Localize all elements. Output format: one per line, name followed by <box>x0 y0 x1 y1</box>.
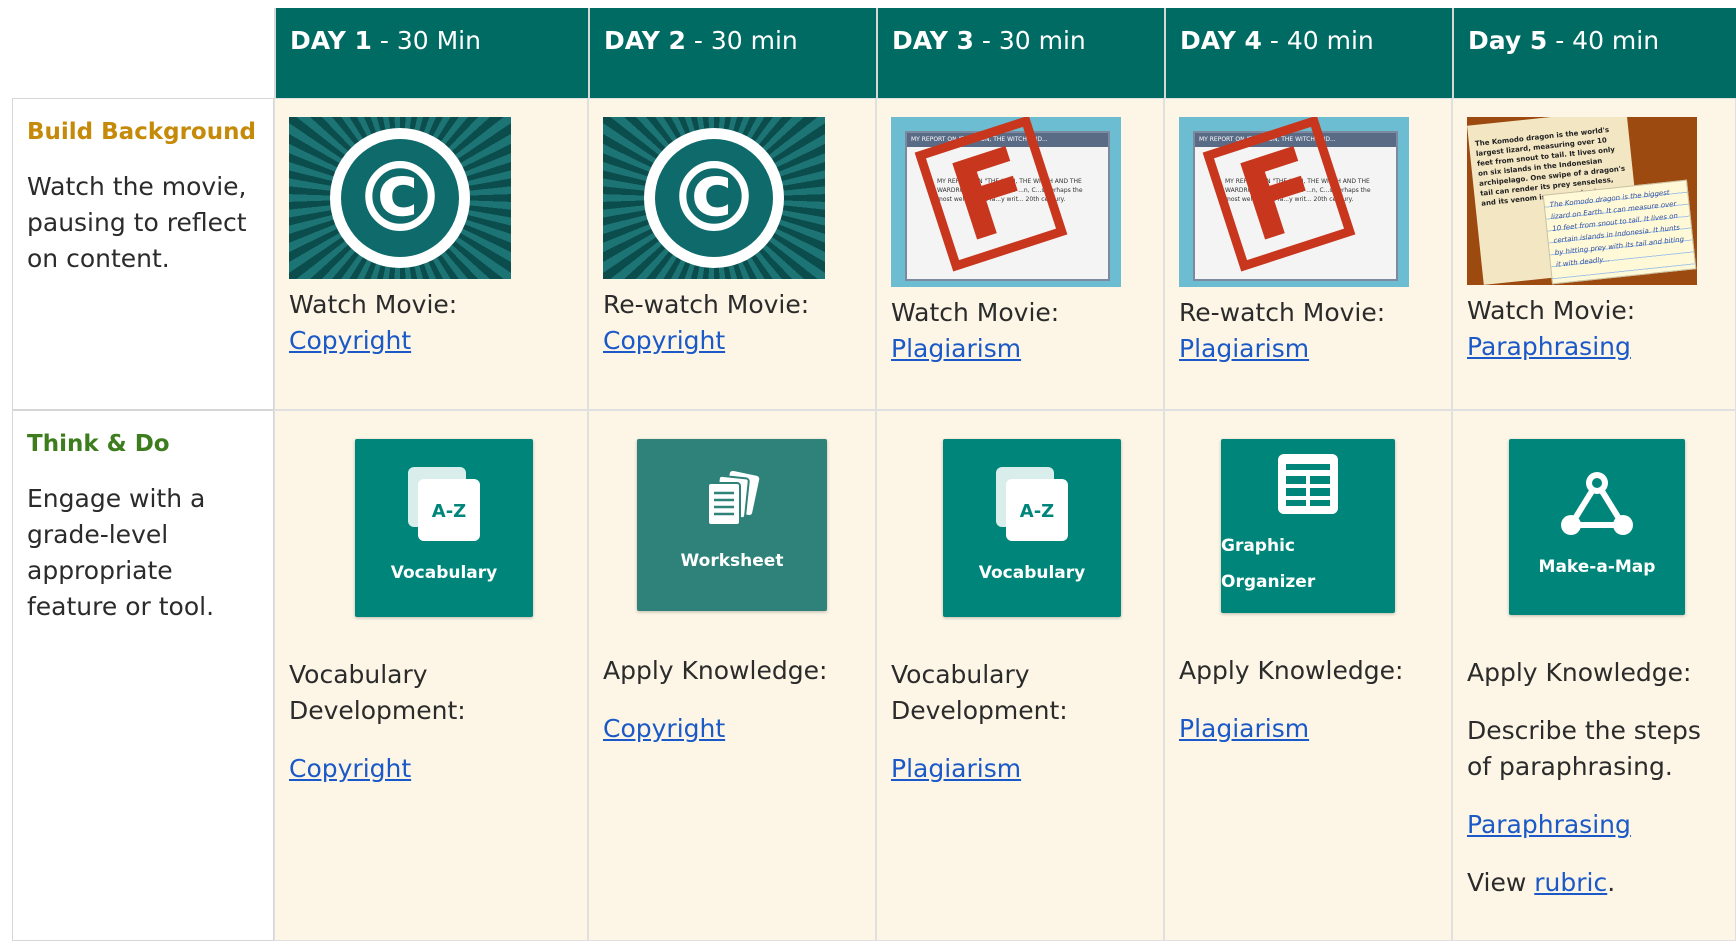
row-label-think-and-do: Think & Do Engage with a grade-level app… <box>12 410 274 941</box>
tile-label: Worksheet <box>680 551 784 571</box>
build-cell-day-2: © Re-watch Movie: Copyright <box>588 98 876 410</box>
worksheet-icon <box>707 471 760 526</box>
build-cell-day-5: The Komodo dragon is the world's largest… <box>1452 98 1736 410</box>
link-copyright[interactable]: Copyright <box>603 326 725 355</box>
tile-label: Graphic Organizer <box>1221 536 1316 592</box>
make-a-map-icon <box>1561 472 1633 535</box>
cell-label: Vocabulary Development: <box>891 660 1068 725</box>
cell-label: Apply Knowledge: <box>1467 658 1692 687</box>
header-day-label: DAY 4 <box>1180 26 1262 55</box>
link-copyright[interactable]: Copyright <box>289 326 411 355</box>
copyright-icon[interactable]: © <box>289 117 511 279</box>
header-day-label: DAY 3 <box>892 26 974 55</box>
svg-text:A-Z: A-Z <box>1020 501 1054 522</box>
header-day-1: DAY 1 - 30 Min <box>274 8 588 98</box>
plagiarism-thumbnail[interactable]: MY REPORT ON "THE LION, THE WITCH AND...… <box>891 117 1121 287</box>
header-day-5: Day 5 - 40 min <box>1452 8 1736 98</box>
copyright-icon[interactable]: © <box>603 117 825 279</box>
header-time: - 30 Min <box>371 26 481 55</box>
think-cell-day-4: Graphic Organizer Apply Knowledge: Plagi… <box>1164 410 1452 941</box>
svg-text:A-Z: A-Z <box>432 501 466 522</box>
think-cell-day-1: A-Z Vocabulary Vocabulary Development: C… <box>274 410 588 941</box>
plagiarism-thumbnail[interactable]: MY REPORT ON "THE LION, THE WITCH AND...… <box>1179 117 1409 287</box>
header-day-label: DAY 1 <box>290 26 372 55</box>
row-description: Engage with a grade-level appropriate fe… <box>27 484 215 621</box>
cell-label: Watch Movie: <box>1467 296 1636 325</box>
row-title: Build Background <box>27 119 256 145</box>
link-plagiarism[interactable]: Plagiarism <box>1179 714 1309 743</box>
header-time: - 40 min <box>1547 26 1660 55</box>
header-day-2: DAY 2 - 30 min <box>588 8 876 98</box>
row-label-build-background: Build Background Watch the movie, pausin… <box>12 98 274 410</box>
link-paraphrasing[interactable]: Paraphrasing <box>1467 810 1631 839</box>
header-day-label: Day 5 <box>1468 26 1548 55</box>
tile-label: Vocabulary <box>390 563 498 583</box>
build-cell-day-3: MY REPORT ON "THE LION, THE WITCH AND...… <box>876 98 1164 410</box>
header-time: - 30 min <box>685 26 798 55</box>
build-cell-day-1: © Watch Movie: Copyright <box>274 98 588 410</box>
link-copyright[interactable]: Copyright <box>603 714 725 743</box>
worksheet-tile[interactable]: Worksheet <box>637 439 827 611</box>
vocabulary-tile[interactable]: A-Z Vocabulary <box>355 439 533 617</box>
make-a-map-tile[interactable]: Make-a-Map <box>1509 439 1685 615</box>
tile-label: Make-a-Map <box>1538 557 1656 577</box>
link-rubric[interactable]: rubric <box>1534 868 1607 897</box>
vocabulary-cards-icon: A-Z <box>408 467 480 541</box>
paraphrasing-thumbnail[interactable]: The Komodo dragon is the world's largest… <box>1467 117 1697 285</box>
row-title: Think & Do <box>27 431 170 457</box>
vocabulary-cards-icon: A-Z <box>996 467 1068 541</box>
cell-instructions: Describe the steps of paraphrasing. <box>1467 716 1701 781</box>
header-day-4: DAY 4 - 40 min <box>1164 8 1452 98</box>
link-plagiarism[interactable]: Plagiarism <box>1179 334 1309 363</box>
link-plagiarism[interactable]: Plagiarism <box>891 754 1021 783</box>
cell-label: Apply Knowledge: <box>1179 656 1404 685</box>
link-plagiarism[interactable]: Plagiarism <box>891 334 1021 363</box>
graphic-organizer-icon <box>1278 454 1338 514</box>
cell-label: Vocabulary Development: <box>289 660 466 725</box>
link-paraphrasing[interactable]: Paraphrasing <box>1467 332 1631 361</box>
cell-label: Watch Movie: <box>289 290 458 319</box>
header-time: - 30 min <box>973 26 1086 55</box>
graphic-organizer-tile[interactable]: Graphic Organizer <box>1221 439 1395 613</box>
cell-label: Re-watch Movie: <box>603 290 810 319</box>
vocabulary-tile[interactable]: A-Z Vocabulary <box>943 439 1121 617</box>
link-copyright[interactable]: Copyright <box>289 754 411 783</box>
header-time: - 40 min <box>1261 26 1374 55</box>
lesson-plan-table: DAY 1 - 30 Min DAY 2 - 30 min DAY 3 - 30… <box>0 0 1736 941</box>
header-day-3: DAY 3 - 30 min <box>876 8 1164 98</box>
table-corner <box>0 8 272 98</box>
think-cell-day-3: A-Z Vocabulary Vocabulary Development: P… <box>876 410 1164 941</box>
cell-label: Re-watch Movie: <box>1179 298 1386 327</box>
build-cell-day-4: MY REPORT ON "THE LION, THE WITCH AND...… <box>1164 98 1452 410</box>
row-description: Watch the movie, pausing to reflect on c… <box>27 172 247 273</box>
think-cell-day-2: Worksheet Apply Knowledge: Copyright <box>588 410 876 941</box>
cell-label: Apply Knowledge: <box>603 656 828 685</box>
tile-label: Vocabulary <box>978 563 1086 583</box>
view-rubric-line: View rubric. <box>1467 868 1616 897</box>
cell-label: Watch Movie: <box>891 298 1060 327</box>
think-cell-day-5: Make-a-Map Apply Knowledge: Describe the… <box>1452 410 1736 941</box>
header-day-label: DAY 2 <box>604 26 686 55</box>
